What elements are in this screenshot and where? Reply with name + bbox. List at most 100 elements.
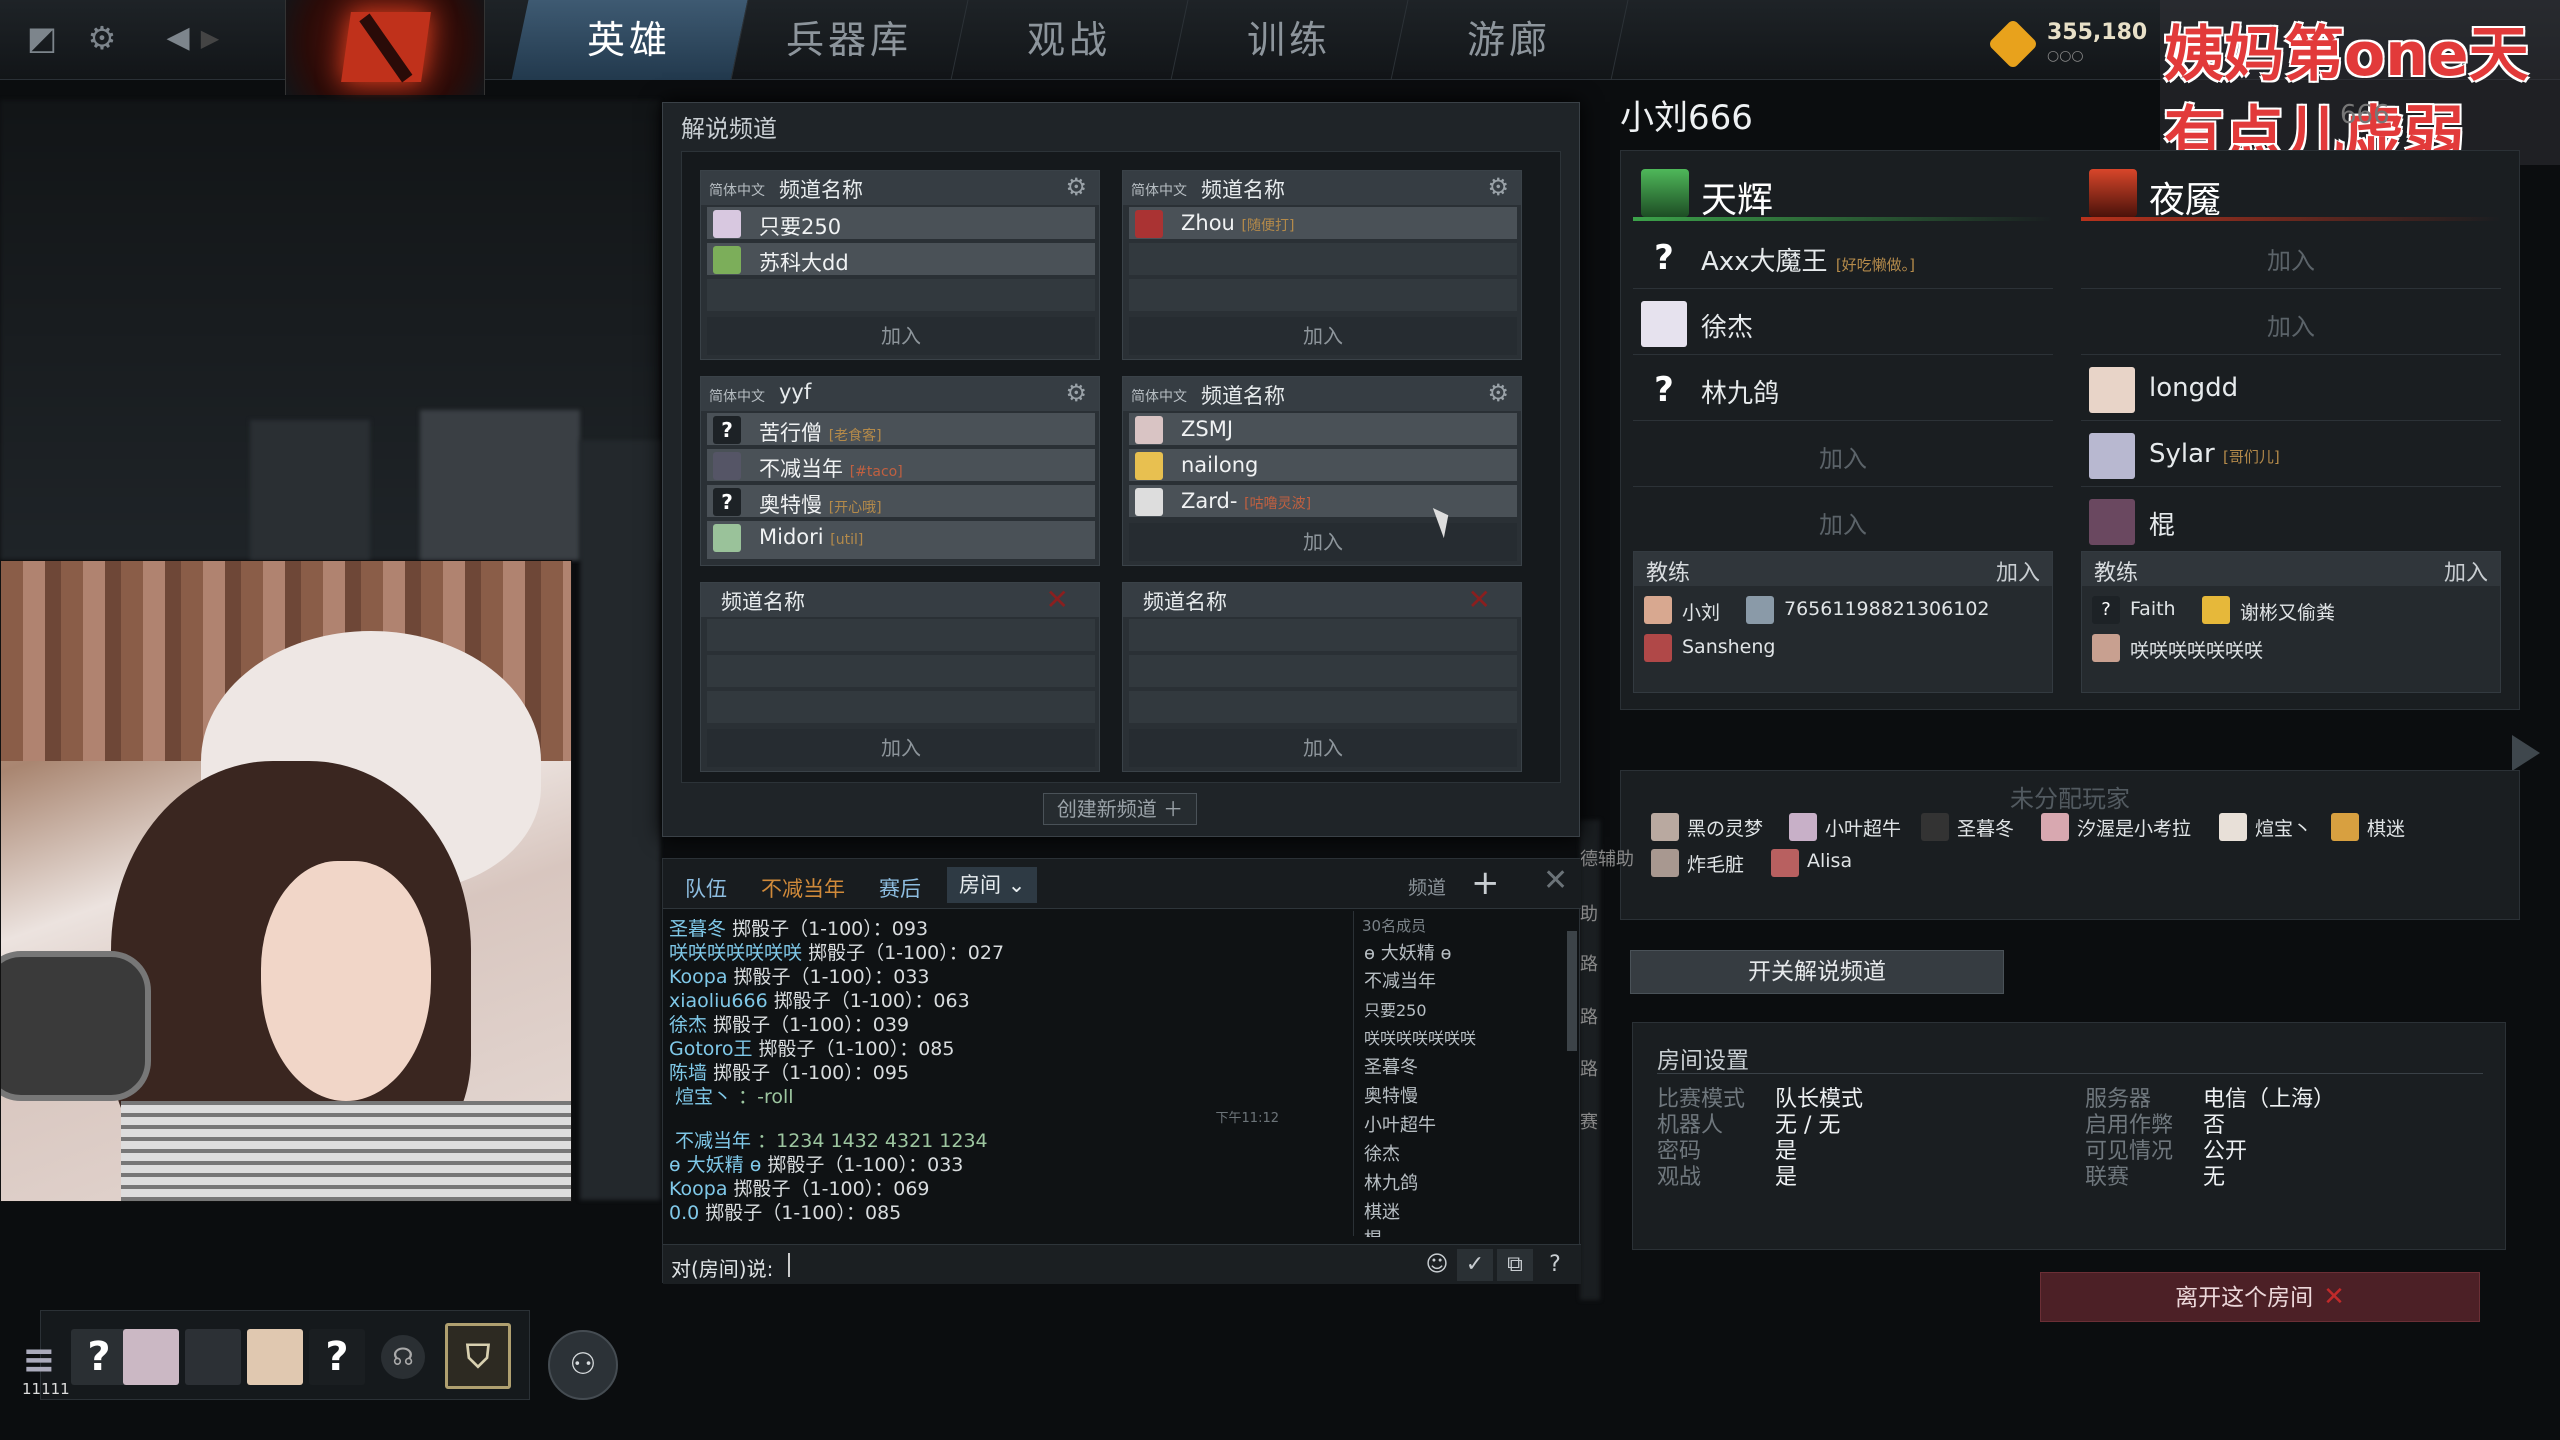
gear-icon[interactable]: ⚙ — [1487, 379, 1509, 407]
member-item[interactable]: 小叶超牛 — [1364, 1111, 1436, 1137]
tab-armory[interactable]: 兵器库 — [731, 0, 969, 80]
coach-join-button[interactable]: 加入 — [2444, 555, 2488, 587]
radiant-slot-2[interactable]: 徐杰 — [1633, 291, 2053, 355]
dota-logo-icon[interactable]: ◩ — [22, 18, 62, 58]
chat-input[interactable]: 对(房间)说: ☺ ✓ ⧉ ? — [663, 1244, 1581, 1284]
add-channel-icon[interactable]: + — [1471, 863, 1500, 903]
chat-tab-whisper[interactable]: 不减当年 — [761, 873, 845, 903]
rank-badge-icon[interactable]: ⛉ — [445, 1323, 511, 1389]
join-slot-label: 加入 — [1819, 445, 1867, 473]
member-item[interactable]: 咲咲咲咲咲咲咲 — [1364, 1025, 1476, 1049]
member-item[interactable]: 只要250 — [1364, 997, 1427, 1021]
dire-slot-5[interactable]: 棍 — [2081, 489, 2501, 553]
tab-learn[interactable]: 训练 — [1171, 0, 1409, 80]
chat-tab-postgame[interactable]: 赛后 — [879, 873, 921, 903]
gear-icon[interactable]: ⚙ — [82, 18, 122, 58]
member-item[interactable]: 圣暮冬 — [1364, 1053, 1418, 1079]
expand-arrow-icon[interactable] — [2512, 735, 2540, 771]
channel-name[interactable]: 频道名称 — [1201, 174, 1285, 204]
member-item[interactable]: 不减当年 — [1364, 967, 1436, 993]
gear-icon[interactable]: ⚙ — [1487, 173, 1509, 201]
channel-player-row[interactable]: ? 苦行僧 [老食客] — [707, 413, 1095, 447]
channel-join-button[interactable]: 加入 — [707, 317, 1095, 355]
party-avatar[interactable] — [123, 1329, 179, 1385]
unknown-avatar-icon: ? — [1654, 370, 1674, 410]
member-item[interactable]: 棍 — [1364, 1225, 1382, 1237]
close-icon[interactable]: ✕ — [1543, 863, 1568, 898]
gear-icon[interactable]: ⚙ — [1065, 379, 1087, 407]
channel-join-button[interactable]: 加入 — [1129, 729, 1517, 767]
create-channel-button[interactable]: 创建新频道 ＋ — [1043, 793, 1197, 825]
watermark-logo: ≡ — [22, 1337, 56, 1383]
dire-slot-1[interactable]: 加入 — [2081, 225, 2501, 289]
channel-join-button[interactable]: 加入 — [1129, 317, 1517, 355]
toggle-broadcast-channels-button[interactable]: 开关解说频道 — [1630, 950, 2004, 994]
channel-join-button[interactable]: 加入 — [1129, 523, 1517, 561]
avatar — [1135, 210, 1163, 238]
party-group-icon[interactable]: ⚇ — [548, 1330, 618, 1400]
channel-player-row[interactable]: 不减当年 [#taco] — [707, 449, 1095, 483]
help-icon[interactable]: ? — [1537, 1249, 1573, 1281]
setting-row: 联赛无 — [2085, 1165, 2226, 1190]
checkmark-icon[interactable]: ✓ — [1457, 1249, 1493, 1281]
join-slot-label: 加入 — [2267, 247, 2315, 275]
dire-slot-3[interactable]: longdd — [2081, 357, 2501, 421]
channel-name[interactable]: 频道名称 — [721, 586, 805, 616]
radiant-slot-3[interactable]: ? 林九鸽 — [1633, 357, 2053, 421]
channel-name[interactable]: 频道名称 — [1201, 380, 1285, 410]
scrollbar[interactable] — [1567, 931, 1577, 1051]
chat-tab-room[interactable]: 房间 ⌄ — [947, 867, 1038, 903]
unknown-avatar-icon[interactable]: ? — [309, 1329, 365, 1385]
gold-counter[interactable]: 355,180 ○○○ — [1987, 18, 2155, 70]
radiant-slot-5[interactable]: 加入 — [1633, 489, 2053, 553]
forward-arrow-icon[interactable]: ▶ — [190, 18, 230, 58]
channel-player-row[interactable]: 苏科大dd — [707, 243, 1095, 277]
tab-arcade[interactable]: 游廊 — [1391, 0, 1629, 80]
chat-member-list: 30名成员 ɵ 大妖精 ɵ 不减当年 只要250 咲咲咲咲咲咲咲 圣暮冬 奥特慢… — [1353, 911, 1581, 1237]
channel-header: 简体中文 频道名称 ⚙ — [1123, 171, 1521, 205]
member-item[interactable]: ɵ 大妖精 ɵ — [1364, 939, 1451, 965]
chat-panel: 队伍 不减当年 赛后 房间 ⌄ 频道 + ✕ 圣暮冬 掷骰子（1-100）：09… — [662, 858, 1581, 1284]
member-item[interactable]: 徐杰 — [1364, 1140, 1400, 1166]
radiant-slot-1[interactable]: ? Axx大魔王 [好吃懒做。] — [1633, 225, 2053, 289]
member-item[interactable]: 林九鸽 — [1364, 1169, 1418, 1195]
radiant-icon — [1641, 169, 1689, 217]
dire-slot-2[interactable]: 加入 — [2081, 291, 2501, 355]
channel-player-row[interactable]: Zhou [随便打] — [1129, 207, 1517, 241]
chat-tab-team[interactable]: 队伍 — [685, 873, 727, 903]
chat-tab-bar: 队伍 不减当年 赛后 房间 ⌄ 频道 + ✕ — [663, 859, 1581, 909]
gear-icon[interactable]: ⚙ — [1065, 173, 1087, 201]
channel-player-row[interactable]: ZSMJ — [1129, 413, 1517, 447]
shards-icon — [1987, 18, 2039, 70]
party-avatar[interactable] — [185, 1329, 241, 1385]
tab-watch[interactable]: 观战 — [951, 0, 1189, 80]
voice-chat-icon[interactable]: ☊ — [381, 1335, 425, 1379]
coach-join-button[interactable]: 加入 — [1996, 555, 2040, 587]
chat-message: Koopa 掷骰子（1-100）：033 — [669, 966, 930, 988]
party-bar: ? ? ☊ ⛉ — [40, 1310, 530, 1400]
leave-room-button[interactable]: 离开这个房间 ✕ — [2040, 1272, 2480, 1322]
channel-join-button[interactable]: 加入 — [707, 729, 1095, 767]
channel-player-row[interactable]: Midori [util] — [707, 521, 1095, 561]
dire-slot-4[interactable]: Sylar [哥们儿] — [2081, 423, 2501, 487]
copy-icon[interactable]: ⧉ — [1497, 1249, 1533, 1281]
member-item[interactable]: 奥特慢 — [1364, 1082, 1418, 1108]
member-item[interactable]: 棋迷 — [1364, 1198, 1400, 1224]
channel-player-row[interactable]: Zard- [咕噜灵波] — [1129, 485, 1517, 519]
party-avatar[interactable] — [247, 1329, 303, 1385]
broadcast-channel-3: 简体中文 yyf ⚙ ? 苦行僧 [老食客] 不减当年 [#taco] ? 奥特慢 … — [700, 376, 1100, 566]
channel-player-row[interactable]: ? 奥特慢 [开心哦] — [707, 485, 1095, 519]
channel-player-row[interactable]: nailong — [1129, 449, 1517, 483]
close-icon[interactable]: ✕ — [1468, 583, 1491, 616]
emoji-icon[interactable]: ☺ — [1419, 1249, 1455, 1281]
close-icon[interactable]: ✕ — [1046, 583, 1069, 616]
dota-main-logo[interactable] — [285, 0, 485, 95]
channel-name[interactable]: 频道名称 — [779, 174, 863, 204]
chat-channel-label[interactable]: 频道 — [1408, 873, 1446, 900]
channel-name[interactable]: 频道名称 — [1143, 586, 1227, 616]
dire-icon — [2089, 169, 2137, 217]
channel-player-row[interactable]: 只要250 — [707, 207, 1095, 241]
tab-heroes[interactable]: 英雄 — [511, 0, 749, 80]
channel-name[interactable]: yyf — [779, 380, 811, 404]
radiant-slot-4[interactable]: 加入 — [1633, 423, 2053, 487]
